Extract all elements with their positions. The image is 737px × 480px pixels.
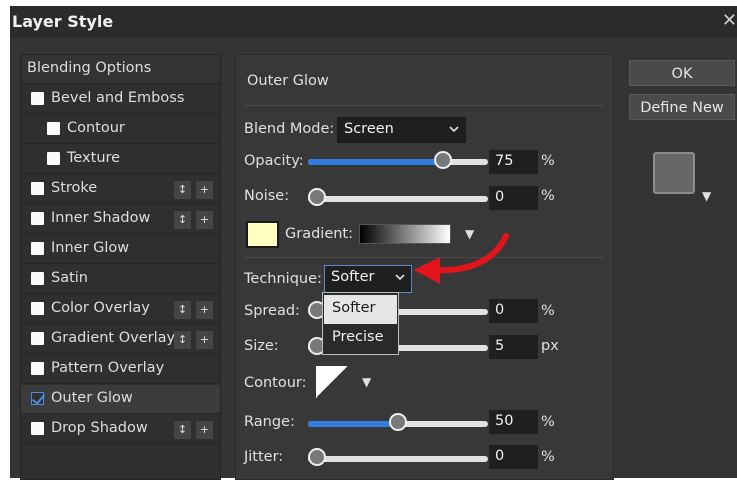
arrow-curve (430, 233, 509, 274)
arrow-head (414, 257, 440, 284)
red-arrow-annotation (414, 233, 509, 284)
